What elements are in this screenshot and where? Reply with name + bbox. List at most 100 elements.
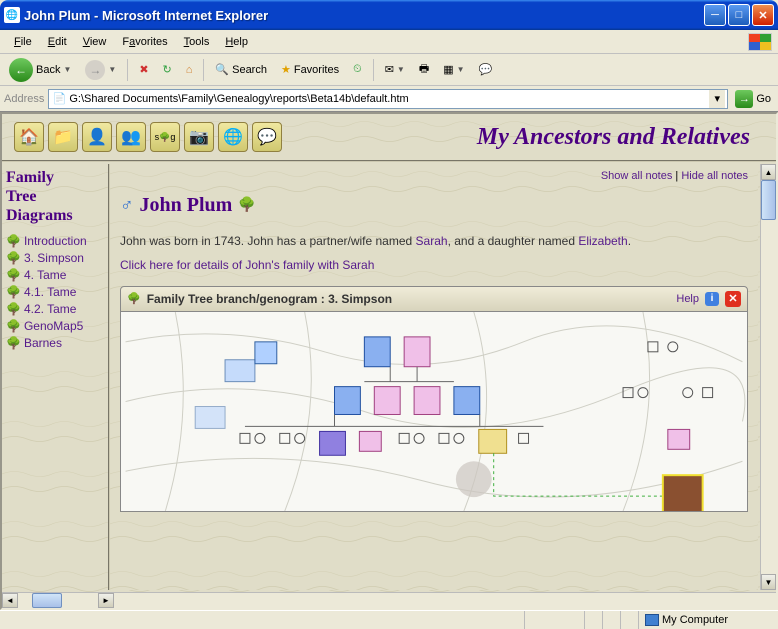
- close-window-button[interactable]: ✕: [752, 4, 774, 26]
- sidebar-item-label: GenoMap5: [24, 319, 83, 333]
- tree-icon: 🌳: [6, 285, 21, 299]
- separator: [203, 59, 204, 81]
- horizontal-scrollbar[interactable]: ◄ ►: [2, 592, 776, 608]
- menu-file[interactable]: File: [6, 34, 40, 50]
- go-button[interactable]: → Go: [732, 89, 774, 109]
- print-button[interactable]: 🖶: [414, 57, 434, 82]
- sidebar-item-genomap5[interactable]: 🌳GenoMap5: [6, 319, 102, 333]
- camera-tool-button[interactable]: 📷: [184, 122, 214, 152]
- refresh-icon: ↻: [163, 63, 172, 76]
- scroll-down-button[interactable]: ▼: [761, 574, 776, 590]
- address-label: Address: [4, 93, 44, 105]
- back-arrow-icon: ←: [9, 58, 33, 82]
- titlebar: 🌐 John Plum - Microsoft Internet Explore…: [0, 0, 778, 30]
- app-icon: 🌐: [4, 7, 20, 23]
- search-icon: 🔍: [215, 63, 229, 76]
- go-arrow-icon: →: [735, 90, 753, 108]
- scroll-thumb[interactable]: [761, 180, 776, 220]
- person-name: John Plum: [140, 194, 233, 217]
- discuss-icon: 💬: [479, 63, 493, 76]
- forward-dropdown-icon: ▼: [108, 65, 116, 74]
- go-label: Go: [756, 93, 771, 105]
- vertical-scrollbar[interactable]: ▲ ▼: [760, 164, 776, 590]
- menu-view[interactable]: View: [75, 34, 115, 50]
- addressbar: Address 📄 ▾ → Go: [0, 86, 778, 112]
- refresh-button[interactable]: ↻: [158, 60, 177, 79]
- sidebar-item-introduction[interactable]: 🌳Introduction: [6, 234, 102, 248]
- bubble-tool-button[interactable]: 💬: [252, 122, 282, 152]
- menu-edit[interactable]: Edit: [40, 34, 75, 50]
- back-button[interactable]: ← Back ▼: [4, 55, 76, 85]
- scroll-track[interactable]: [18, 593, 98, 608]
- edit-icon: ▦: [443, 63, 453, 76]
- home-button[interactable]: ⌂: [181, 61, 198, 79]
- address-dropdown-icon[interactable]: ▾: [709, 90, 725, 108]
- star-icon: ★: [281, 63, 291, 76]
- throbber-icon: [748, 33, 772, 51]
- speech-icon: 💬: [257, 127, 277, 147]
- sidebar-title: Family Tree Diagrams: [6, 168, 102, 226]
- sidebar-item-barnes[interactable]: 🌳Barnes: [6, 336, 102, 350]
- scroll-left-button[interactable]: ◄: [2, 593, 18, 608]
- hide-all-notes-link[interactable]: Hide all notes: [681, 170, 748, 182]
- person-tool-button[interactable]: 👤: [82, 122, 112, 152]
- tree-icon: 🌳: [238, 197, 255, 214]
- svg-tool-button[interactable]: s🌳g: [150, 122, 180, 152]
- window-title: John Plum - Microsoft Internet Explorer: [24, 8, 704, 23]
- address-input-wrapper[interactable]: 📄 ▾: [48, 89, 728, 109]
- menu-help[interactable]: Help: [217, 34, 256, 50]
- tree-icon: 🌳: [6, 268, 21, 282]
- sidebar-item-tame41[interactable]: 🌳4.1. Tame: [6, 285, 102, 299]
- status-cell: [524, 611, 584, 629]
- scroll-thumb[interactable]: [32, 593, 62, 608]
- app-title: My Ancestors and Relatives: [286, 124, 764, 151]
- address-input[interactable]: [69, 93, 709, 105]
- tree-icon: 🌳: [6, 302, 21, 316]
- link-elizabeth[interactable]: Elizabeth: [578, 234, 627, 248]
- status-cell: [602, 611, 620, 629]
- sidebar: Family Tree Diagrams 🌳Introduction 🌳3. S…: [2, 164, 106, 590]
- people-tool-button[interactable]: 👥: [116, 122, 146, 152]
- tree-icon: 🌳: [6, 251, 21, 265]
- show-all-notes-link[interactable]: Show all notes: [601, 170, 673, 182]
- globe-tool-button[interactable]: 🌐: [218, 122, 248, 152]
- home-tool-button[interactable]: 🏠: [14, 122, 44, 152]
- forward-arrow-icon: →: [85, 60, 105, 80]
- help-link[interactable]: Help: [676, 293, 699, 305]
- scroll-up-button[interactable]: ▲: [761, 164, 776, 180]
- tree-icon: 🌳: [6, 319, 21, 333]
- scroll-right-button[interactable]: ►: [98, 593, 114, 608]
- search-button[interactable]: 🔍Search: [210, 60, 272, 79]
- window-controls: ─ □ ✕: [704, 4, 774, 26]
- page-icon: 📄: [51, 91, 67, 107]
- genogram-header: 🌳 Family Tree branch/genogram : 3. Simps…: [120, 286, 748, 312]
- discuss-button[interactable]: 💬: [474, 60, 498, 79]
- globe-icon: 🌐: [223, 127, 243, 147]
- menu-tools[interactable]: Tools: [176, 34, 218, 50]
- info-icon[interactable]: i: [705, 292, 719, 306]
- person-heading: ♂ John Plum 🌳: [120, 194, 748, 217]
- sidebar-item-label: 4.2. Tame: [24, 302, 76, 316]
- maximize-button[interactable]: □: [728, 4, 750, 26]
- mail-button[interactable]: ✉▼: [380, 60, 410, 79]
- statusbar: My Computer: [0, 610, 778, 629]
- person-icon: 👤: [87, 127, 107, 147]
- sidebar-item-simpson[interactable]: 🌳3. Simpson: [6, 251, 102, 265]
- forward-button[interactable]: → ▼: [80, 57, 121, 83]
- stop-button[interactable]: ✖: [134, 60, 153, 79]
- history-button[interactable]: ⏲: [348, 60, 367, 79]
- tree-icon: 🌳: [6, 336, 21, 350]
- sidebar-item-tame42[interactable]: 🌳4.2. Tame: [6, 302, 102, 316]
- sidebar-item-tame4[interactable]: 🌳4. Tame: [6, 268, 102, 282]
- close-panel-icon[interactable]: ✕: [725, 291, 741, 307]
- genogram-diagram[interactable]: [120, 312, 748, 512]
- folder-tool-button[interactable]: 📁: [48, 122, 78, 152]
- link-sarah[interactable]: Sarah: [416, 234, 448, 248]
- menu-favorites[interactable]: Favorites: [114, 34, 175, 50]
- favorites-button[interactable]: ★Favorites: [276, 60, 344, 79]
- minimize-button[interactable]: ─: [704, 4, 726, 26]
- main-panel: Show all notes | Hide all notes ♂ John P…: [108, 164, 758, 590]
- scrollbar-filler: [114, 593, 776, 608]
- family-details-link[interactable]: Click here for details of John's family …: [120, 258, 748, 272]
- edit-button[interactable]: ▦▼: [438, 60, 469, 79]
